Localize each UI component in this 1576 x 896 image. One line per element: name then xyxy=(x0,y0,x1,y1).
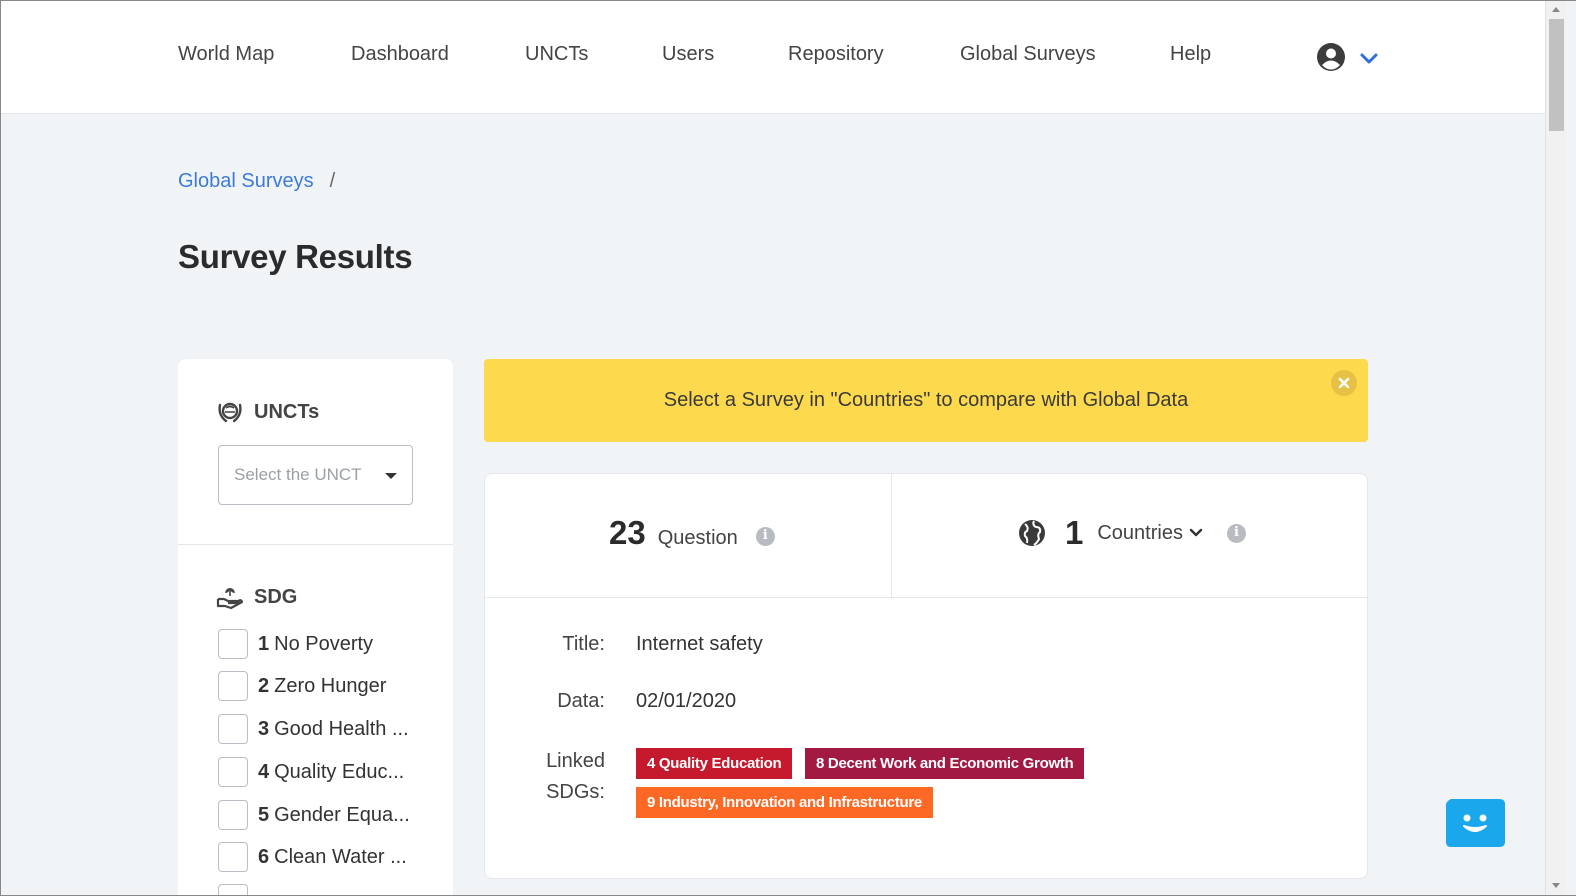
scroll-up-arrow-icon[interactable] xyxy=(1552,7,1560,12)
card-divider xyxy=(485,597,1367,598)
sdg-number: 1 xyxy=(258,632,270,655)
date-label: Data: xyxy=(557,690,605,712)
info-icon[interactable] xyxy=(755,527,775,546)
close-icon[interactable] xyxy=(1331,370,1357,396)
sdg-filter-item[interactable]: 3 Good Health ... xyxy=(218,713,409,745)
sdg-number: 6 xyxy=(258,845,270,868)
sdg-tag-decent-work[interactable]: 8 Decent Work and Economic Growth xyxy=(805,748,1085,779)
nav-users[interactable]: Users xyxy=(662,43,714,66)
hand-plant-icon xyxy=(216,588,244,610)
sdg-tag-industry-innovation[interactable]: 9 Industry, Innovation and Infrastructur… xyxy=(636,787,933,818)
survey-title-value: Internet safety xyxy=(636,633,763,655)
sdg-checkbox[interactable] xyxy=(218,884,248,896)
globe-icon xyxy=(1019,520,1045,546)
breadcrumb-link-global-surveys[interactable]: Global Surveys xyxy=(178,170,314,192)
countries-stat: 1 Countries xyxy=(1017,514,1246,552)
breadcrumb-separator: / xyxy=(329,170,336,192)
chevron-down-icon xyxy=(1189,528,1203,537)
sdg-filter-item[interactable] xyxy=(218,883,258,896)
sdg-checkbox[interactable] xyxy=(218,757,248,787)
sdg-number: 2 xyxy=(258,674,270,697)
linked-sdgs-label-line1: Linked xyxy=(546,750,605,772)
user-circle-icon[interactable] xyxy=(1317,43,1345,71)
sdg-label: No Poverty xyxy=(274,632,374,655)
sdg-label: Clean Water ... xyxy=(274,845,407,868)
sidebar-divider xyxy=(178,544,453,545)
sdg-filter-item[interactable]: 6 Clean Water ... xyxy=(218,841,407,873)
sdg-checkbox[interactable] xyxy=(218,671,248,701)
nav-uncts[interactable]: UNCTs xyxy=(525,43,588,66)
alert-message: Select a Survey in "Countries" to compar… xyxy=(663,389,1189,411)
sdg-number: 4 xyxy=(258,760,270,783)
unct-select[interactable]: Select the UNCT xyxy=(218,445,413,505)
unct-select-placeholder: Select the UNCT xyxy=(234,465,362,484)
top-navigation: World Map Dashboard UNCTs Users Reposito… xyxy=(1,1,1545,114)
linked-sdgs-label-line2: SDGs: xyxy=(546,781,605,803)
breadcrumb: Global Surveys / xyxy=(178,170,335,193)
uncts-heading: UNCTs xyxy=(216,399,319,425)
scroll-thumb[interactable] xyxy=(1549,19,1564,131)
sdg-checkbox[interactable] xyxy=(218,800,248,830)
uncts-heading-label: UNCTs xyxy=(254,400,320,423)
sdg-checkbox[interactable] xyxy=(218,714,248,744)
page-scrollbar[interactable] xyxy=(1545,1,1566,894)
sdg-label: Good Health ... xyxy=(274,717,409,740)
page-title: Survey Results xyxy=(178,238,413,275)
title-label: Title: xyxy=(562,633,605,655)
chat-bot-icon[interactable] xyxy=(1437,798,1505,848)
filter-sidebar: UNCTs Select the UNCT SDG 1 No Poverty 2… xyxy=(178,359,453,896)
nav-global-surveys[interactable]: Global Surveys xyxy=(960,43,1096,66)
question-count: 23 xyxy=(609,514,646,551)
sdg-label: Zero Hunger xyxy=(274,674,387,697)
un-emblem-icon xyxy=(218,402,242,423)
scroll-down-arrow-icon[interactable] xyxy=(1552,883,1560,888)
sdg-tag-quality-education[interactable]: 4 Quality Education xyxy=(636,748,793,779)
survey-date-value: 02/01/2020 xyxy=(636,690,737,712)
country-count: 1 xyxy=(1065,514,1084,551)
sdg-heading-label: SDG xyxy=(254,585,298,608)
chat-widget-button[interactable] xyxy=(1437,798,1505,848)
card-divider xyxy=(891,474,892,597)
sdg-number: 5 xyxy=(258,803,270,826)
sdg-label: Quality Educ... xyxy=(274,760,405,783)
question-stat: 23 Question xyxy=(609,514,775,552)
sdg-checkbox[interactable] xyxy=(218,629,248,659)
nav-world-map[interactable]: World Map xyxy=(178,43,274,66)
sdg-filter-item[interactable]: 2 Zero Hunger xyxy=(218,670,386,702)
sdg-filter-item[interactable]: 5 Gender Equa... xyxy=(218,799,410,831)
chevron-down-icon[interactable] xyxy=(1359,51,1379,65)
sdg-checkbox[interactable] xyxy=(218,842,248,872)
sdg-filter-item[interactable]: 1 No Poverty xyxy=(218,628,373,660)
compare-alert: Select a Survey in "Countries" to compar… xyxy=(484,359,1368,442)
sdg-heading: SDG xyxy=(216,584,297,610)
nav-repository[interactable]: Repository xyxy=(788,43,884,66)
caret-down-icon xyxy=(385,473,397,479)
sdg-label: Gender Equa... xyxy=(274,803,410,826)
sdg-filter-item[interactable]: 4 Quality Educ... xyxy=(218,756,404,788)
sdg-number: 3 xyxy=(258,717,270,740)
info-icon[interactable] xyxy=(1226,523,1246,543)
countries-label: Countries xyxy=(1097,521,1183,544)
survey-results-card: 23 Question 1 Countries Title: Internet … xyxy=(484,473,1368,879)
question-label: Question xyxy=(657,527,738,549)
nav-help[interactable]: Help xyxy=(1170,43,1211,66)
countries-dropdown[interactable]: Countries xyxy=(1097,522,1203,545)
nav-dashboard[interactable]: Dashboard xyxy=(351,43,449,66)
